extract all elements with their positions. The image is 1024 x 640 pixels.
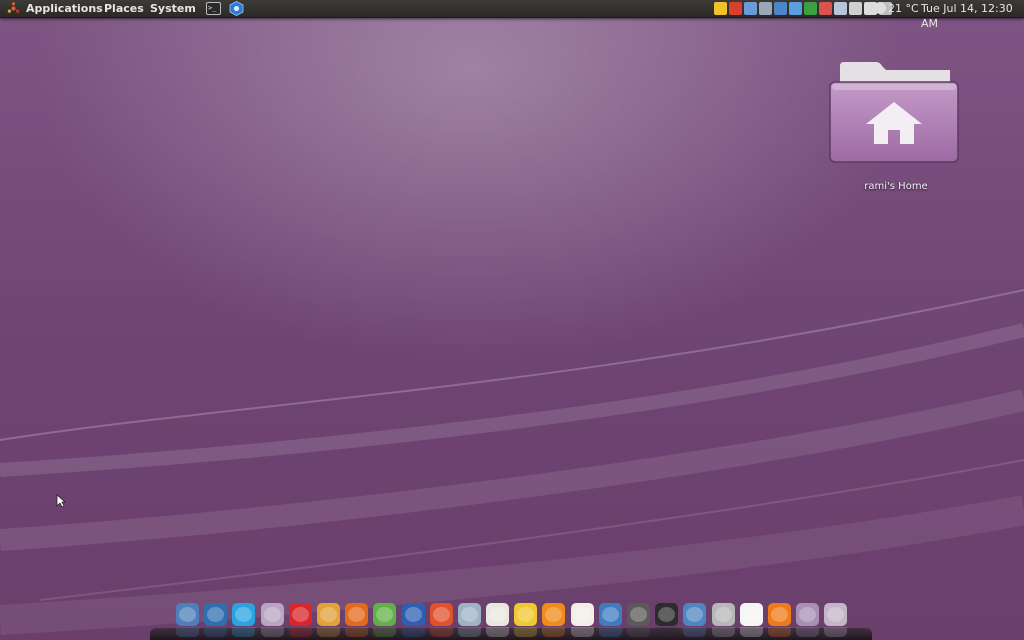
pidgin-icon[interactable] — [729, 2, 742, 15]
dock-reflection-item — [711, 627, 735, 637]
dock-reflection-item — [683, 627, 707, 637]
download-icon[interactable] — [819, 2, 832, 15]
thunderbird-icon[interactable] — [598, 603, 622, 626]
folder-icon[interactable] — [824, 603, 848, 626]
applications-menu[interactable]: Applications — [26, 1, 103, 16]
dock-reflection-item — [514, 627, 538, 637]
weather-icon[interactable] — [711, 603, 735, 626]
ubuntu-logo-icon[interactable] — [7, 2, 20, 15]
calculator-icon[interactable] — [486, 603, 510, 626]
dock-reflection-item — [542, 627, 566, 637]
dropbox-icon[interactable] — [789, 2, 802, 15]
bluetooth-icon[interactable] — [774, 2, 787, 15]
weather-icon[interactable] — [874, 2, 886, 14]
temperature-label[interactable]: 21 °C — [888, 1, 919, 16]
dock-reflection-item — [288, 627, 312, 637]
network-icon[interactable] — [759, 2, 772, 15]
places-menu[interactable]: Places — [104, 1, 144, 16]
dock-reflection-item — [232, 627, 256, 637]
dock-reflection-item — [401, 627, 425, 637]
photos-icon[interactable] — [834, 2, 847, 15]
clock[interactable]: Tue Jul 14, 12:30 AM — [921, 1, 1024, 31]
notification-icon[interactable] — [739, 603, 763, 626]
people-icon[interactable] — [373, 603, 397, 626]
close-x-icon[interactable] — [429, 603, 453, 626]
dock-reflection-item — [260, 627, 284, 637]
chrome-icon[interactable] — [804, 2, 817, 15]
dock-reflection-item — [824, 627, 848, 637]
chat-icon[interactable] — [260, 603, 284, 626]
dock-reflection-item — [316, 627, 340, 637]
app-launcher-icon[interactable] — [229, 1, 244, 16]
top-panel: Applications Places System >_ 21 °C Tue … — [0, 0, 1024, 30]
update-icon[interactable] — [744, 2, 757, 15]
dock-reflection-item — [598, 627, 622, 637]
dock-reflection-item — [176, 627, 199, 637]
dock-reflection-item — [570, 627, 594, 637]
dock-reflection-item — [739, 627, 763, 637]
dock-reflection — [176, 627, 848, 637]
notes-icon[interactable] — [714, 2, 727, 15]
browser-globe-icon[interactable] — [204, 603, 228, 626]
movie-icon[interactable] — [627, 603, 650, 626]
dock-reflection-item — [767, 627, 791, 637]
network-globe-icon[interactable] — [683, 603, 707, 626]
dock-reflection-item — [655, 627, 679, 637]
opera-icon[interactable] — [288, 603, 312, 626]
dock-reflection-item — [429, 627, 453, 637]
dock — [176, 603, 848, 627]
system-menu[interactable]: System — [150, 1, 196, 16]
home-folder-label[interactable]: rami's Home — [846, 181, 946, 192]
dock-reflection-item — [457, 627, 481, 637]
text-editor-icon[interactable] — [570, 603, 594, 626]
dock-reflection-item — [486, 627, 510, 637]
contacts-icon[interactable] — [316, 603, 340, 626]
dock-reflection-item — [627, 627, 650, 637]
google-earth-icon[interactable] — [401, 603, 425, 626]
dock-reflection-item — [345, 627, 369, 637]
terminal-launcher-icon[interactable]: >_ — [206, 2, 221, 15]
globe-icon[interactable] — [457, 603, 481, 626]
monitor-icon[interactable] — [796, 603, 820, 626]
dock-reflection-item — [373, 627, 397, 637]
system-tray — [714, 1, 892, 16]
dock-reflection-item — [204, 627, 228, 637]
vlc-icon[interactable] — [542, 603, 566, 626]
skype-icon[interactable] — [232, 603, 256, 626]
rss-icon[interactable] — [767, 603, 791, 626]
note-folder-icon[interactable] — [514, 603, 538, 626]
mouse-pointer-icon — [56, 494, 66, 508]
installer-icon[interactable] — [176, 603, 199, 626]
printer-icon[interactable] — [849, 2, 862, 15]
home-folder-icon[interactable] — [826, 60, 962, 166]
dock-reflection-item — [796, 627, 820, 637]
terminal-icon[interactable] — [655, 603, 679, 626]
firefox-icon[interactable] — [345, 603, 369, 626]
